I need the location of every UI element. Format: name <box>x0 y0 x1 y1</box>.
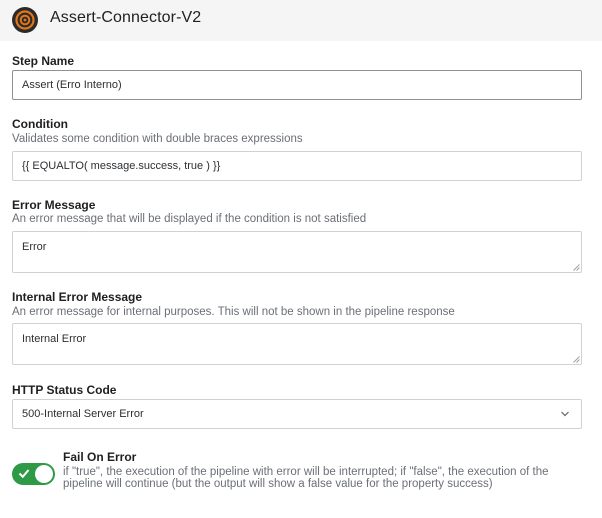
error-message-textarea[interactable]: Error <box>12 231 582 273</box>
condition-description: Validates some condition with double bra… <box>12 133 303 145</box>
fail-on-error-label: Fail On Error <box>63 450 137 464</box>
error-message-label: Error Message <box>12 198 96 212</box>
internal-error-message-label: Internal Error Message <box>12 290 143 304</box>
error-message-description: An error message that will be displayed … <box>12 213 367 225</box>
internal-error-message-textarea[interactable]: Internal Error <box>12 323 582 365</box>
step-name-value: Assert (Erro Interno) <box>22 79 122 91</box>
header-bar: Assert-Connector-V2 <box>0 0 602 41</box>
chevron-down-icon <box>561 411 569 417</box>
target-logo-icon <box>12 7 38 33</box>
connector-title: Assert-Connector-V2 <box>50 9 202 26</box>
fail-on-error-description: if "true", the execution of the pipeline… <box>63 466 549 490</box>
http-status-code-label: HTTP Status Code <box>12 383 117 397</box>
check-icon <box>18 469 30 479</box>
condition-input[interactable]: {{ EQUALTO( message.success, true ) }} <box>12 151 582 181</box>
condition-value: {{ EQUALTO( message.success, true ) }} <box>22 160 221 172</box>
fail-on-error-toggle[interactable] <box>12 463 55 485</box>
error-message-value: Error <box>22 241 47 253</box>
internal-error-message-value: Internal Error <box>22 333 87 345</box>
toggle-knob <box>35 465 53 483</box>
step-name-input[interactable]: Assert (Erro Interno) <box>12 70 582 100</box>
resize-handle-icon[interactable] <box>573 356 580 363</box>
http-status-code-selected: 500-Internal Server Error <box>22 408 144 420</box>
step-name-label: Step Name <box>12 54 75 68</box>
http-status-code-select[interactable]: 500-Internal Server Error <box>12 399 582 429</box>
internal-error-message-description: An error message for internal purposes. … <box>12 306 455 318</box>
resize-handle-icon[interactable] <box>573 264 580 271</box>
condition-label: Condition <box>12 117 68 131</box>
